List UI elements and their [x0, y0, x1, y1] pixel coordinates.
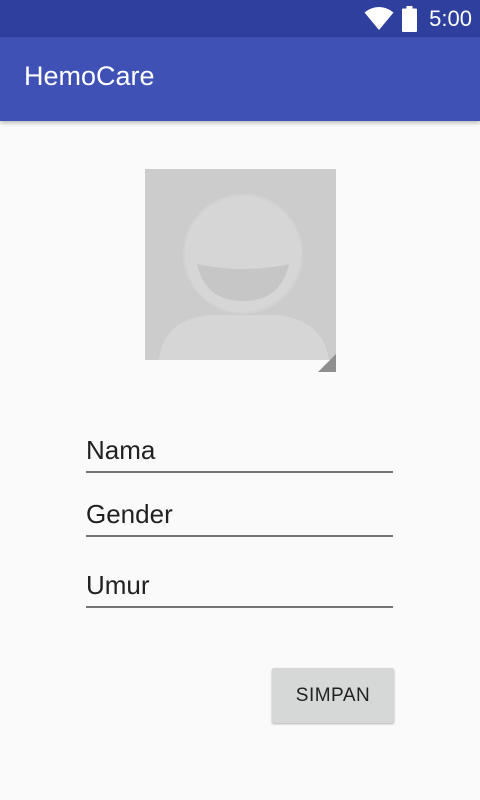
umur-field-text: Umur: [86, 570, 150, 600]
status-time: 5:00: [429, 5, 472, 31]
status-bar: 5:00: [0, 0, 480, 37]
umur-field[interactable]: Umur: [86, 570, 393, 608]
umur-field-underline: [86, 606, 393, 608]
gender-field-text: Gender: [86, 499, 173, 529]
resize-corner-icon: [318, 354, 336, 372]
app-title: HemoCare: [24, 61, 155, 91]
nama-field-text: Nama: [86, 435, 156, 465]
status-icons: 5:00: [364, 0, 472, 37]
battery-icon: [402, 5, 418, 32]
gender-field[interactable]: Gender: [86, 499, 393, 537]
save-button[interactable]: SIMPAN: [272, 668, 394, 723]
wifi-icon: [364, 6, 394, 30]
nama-field-underline: [86, 471, 393, 473]
app-bar: HemoCare: [0, 37, 480, 121]
nama-field[interactable]: Nama: [86, 435, 393, 473]
person-placeholder-icon: [145, 169, 336, 360]
avatar-image[interactable]: [145, 169, 336, 372]
gender-field-underline: [86, 535, 393, 537]
avatar: [145, 169, 336, 360]
